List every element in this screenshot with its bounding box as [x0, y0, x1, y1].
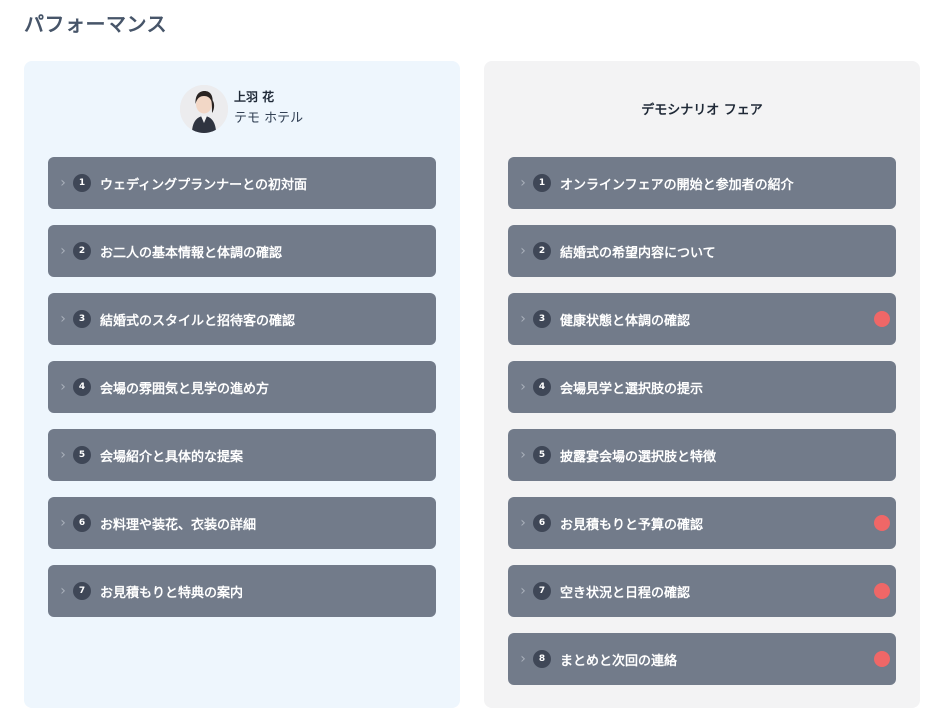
step-label: ウェディングプランナーとの初対面: [100, 177, 307, 193]
right-step-1[interactable]: › 1 オンラインフェアの開始と参加者の紹介: [508, 157, 896, 209]
step-number-badge: 4: [73, 378, 91, 396]
chevron-right-icon: ›: [60, 243, 66, 259]
step-number-badge: 1: [533, 174, 551, 192]
step-label: 空き状況と日程の確認: [560, 585, 691, 601]
red-dot-icon: [874, 651, 890, 667]
step-number-badge: 6: [533, 514, 551, 532]
page-title: パフォーマンス: [24, 12, 168, 36]
left-step-list: › 1 ウェディングプランナーとの初対面 › 2 お二人の基本情報と体調の確認 › 3 結婚式の…: [48, 157, 436, 633]
step-number-badge: 3: [533, 310, 551, 328]
user-profile: 上羽 花 テモ ホテル: [180, 83, 303, 135]
chevron-right-icon: ›: [520, 651, 526, 667]
step-label: まとめと次回の連絡: [560, 653, 678, 669]
step-number-badge: 4: [533, 378, 551, 396]
step-label: 結婚式のスタイルと招待客の確認: [100, 313, 296, 329]
step-number-badge: 6: [73, 514, 91, 532]
chevron-right-icon: ›: [60, 379, 66, 395]
chevron-right-icon: ›: [520, 243, 526, 259]
step-label: 結婚式の希望内容について: [560, 245, 716, 261]
left-step-4[interactable]: › 4 会場の雰囲気と見学の進め方: [48, 361, 436, 413]
chevron-right-icon: ›: [60, 447, 66, 463]
step-number-badge: 5: [533, 446, 551, 464]
step-number-badge: 5: [73, 446, 91, 464]
step-label: お見積もりと予算の確認: [560, 517, 704, 533]
step-number-badge: 3: [73, 310, 91, 328]
step-label: 会場の雰囲気と見学の進め方: [100, 381, 270, 397]
right-step-5[interactable]: › 5 披露宴会場の選択肢と特徴: [508, 429, 896, 481]
chevron-right-icon: ›: [520, 311, 526, 327]
user-organization: テモ ホテル: [234, 111, 304, 126]
red-dot-icon: [874, 515, 890, 531]
step-label: お二人の基本情報と体調の確認: [100, 245, 283, 261]
scenario-title: デモシナリオ フェア: [641, 103, 763, 118]
scenario-panel: デモシナリオ フェア › 1 オンラインフェアの開始と参加者の紹介 › 2 結婚式の希望内…: [484, 61, 920, 708]
right-step-8[interactable]: › 8 まとめと次回の連絡: [508, 633, 896, 685]
step-number-badge: 7: [533, 582, 551, 600]
right-step-6[interactable]: › 6 お見積もりと予算の確認: [508, 497, 896, 549]
left-step-2[interactable]: › 2 お二人の基本情報と体調の確認: [48, 225, 436, 277]
user-performance-panel: 上羽 花 テモ ホテル › 1 ウェディングプランナーとの初対面 › 2 お二人の基本情報…: [24, 61, 460, 708]
chevron-right-icon: ›: [520, 515, 526, 531]
right-step-7[interactable]: › 7 空き状況と日程の確認: [508, 565, 896, 617]
step-label: オンラインフェアの開始と参加者の紹介: [560, 177, 794, 193]
red-dot-icon: [874, 311, 890, 327]
left-step-7[interactable]: › 7 お見積もりと特典の案内: [48, 565, 436, 617]
chevron-right-icon: ›: [60, 583, 66, 599]
step-label: 披露宴会場の選択肢と特徴: [560, 449, 717, 465]
step-label: 会場見学と選択肢の提示: [560, 381, 704, 397]
right-step-2[interactable]: › 2 結婚式の希望内容について: [508, 225, 896, 277]
right-step-4[interactable]: › 4 会場見学と選択肢の提示: [508, 361, 896, 413]
chevron-right-icon: ›: [60, 515, 66, 531]
left-step-1[interactable]: › 1 ウェディングプランナーとの初対面: [48, 157, 436, 209]
right-step-list: › 1 オンラインフェアの開始と参加者の紹介 › 2 結婚式の希望内容について › 3 健康状態…: [508, 157, 896, 701]
chevron-right-icon: ›: [520, 175, 526, 191]
step-label: お見積もりと特典の案内: [100, 585, 244, 601]
step-number-badge: 8: [533, 650, 551, 668]
step-label: 会場紹介と具体的な提案: [100, 449, 244, 465]
chevron-right-icon: ›: [520, 583, 526, 599]
person-avatar-icon: [180, 85, 228, 133]
step-number-badge: 7: [73, 582, 91, 600]
left-step-5[interactable]: › 5 会場紹介と具体的な提案: [48, 429, 436, 481]
step-label: お料理や装花、衣装の詳細: [100, 517, 257, 533]
step-label: 健康状態と体調の確認: [560, 313, 691, 329]
chevron-right-icon: ›: [520, 379, 526, 395]
chevron-right-icon: ›: [60, 175, 66, 191]
step-number-badge: 2: [533, 242, 551, 260]
step-number-badge: 1: [73, 174, 91, 192]
step-number-badge: 2: [73, 242, 91, 260]
chevron-right-icon: ›: [60, 311, 66, 327]
chevron-right-icon: ›: [520, 447, 526, 463]
left-step-6[interactable]: › 6 お料理や装花、衣装の詳細: [48, 497, 436, 549]
red-dot-icon: [874, 583, 890, 599]
right-step-3[interactable]: › 3 健康状態と体調の確認: [508, 293, 896, 345]
user-name: 上羽 花: [234, 90, 275, 104]
left-step-3[interactable]: › 3 結婚式のスタイルと招待客の確認: [48, 293, 436, 345]
